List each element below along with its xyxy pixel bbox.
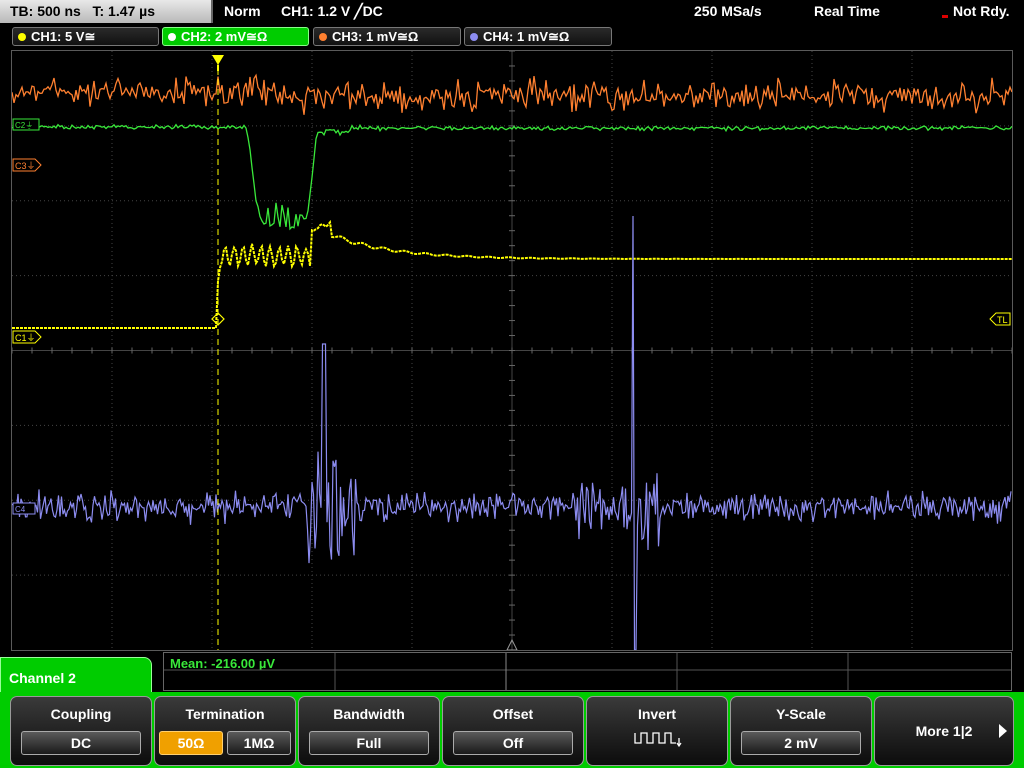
tab-ch3[interactable]: CH3: 1 mV≅Ω xyxy=(313,27,461,46)
yscale-title: Y-Scale xyxy=(776,706,826,722)
channel-tabs: CH1: 5 V≅ CH2: 2 mV≅Ω CH3: 1 mV≅Ω CH4: 1… xyxy=(0,25,1024,47)
status-bar: TB: 500 ns T: 1.47 µs Norm CH1: 1.2 V ╱D… xyxy=(0,0,1024,24)
sample-rate-label: 250 MSa/s xyxy=(694,3,762,19)
offset-softkey[interactable]: Offset Off xyxy=(442,696,584,766)
tab-ch2[interactable]: CH2: 2 mV≅Ω xyxy=(162,27,309,46)
ch3-ref-marker[interactable]: C3⏚ xyxy=(12,158,42,172)
ch4-ref-marker[interactable]: C4 xyxy=(12,502,36,515)
invert-pulse-icon xyxy=(634,732,682,748)
termination-50ohm-option[interactable]: 50Ω xyxy=(159,731,223,755)
ch3-dot-icon xyxy=(319,33,327,41)
coupling-title: Coupling xyxy=(50,706,112,722)
invert-title: Invert xyxy=(637,706,677,722)
measurement-panel[interactable]: Mean: -216.00 µV xyxy=(163,652,1012,691)
trigger-position-marker-icon[interactable] xyxy=(212,55,224,65)
next-page-arrow-icon xyxy=(999,724,1007,738)
timebase-label: TB: 500 ns xyxy=(10,3,81,19)
ch1-dot-icon xyxy=(18,33,26,41)
ch2-ref-marker[interactable]: C2⏚ xyxy=(12,118,40,131)
ch2-dot-icon xyxy=(168,33,176,41)
ch1-marker-label: C1⏚ xyxy=(15,333,36,343)
termination-title: Termination xyxy=(185,706,265,722)
measurement-grid xyxy=(164,653,1011,690)
offset-value-button[interactable]: Off xyxy=(453,731,573,755)
more-label: More 1|2 xyxy=(915,723,973,739)
tab-ch1[interactable]: CH1: 5 V≅ xyxy=(12,27,159,46)
yscale-softkey[interactable]: Y-Scale 2 mV xyxy=(730,696,872,766)
more-softkey[interactable]: More 1|2 xyxy=(874,696,1014,766)
offset-title: Offset xyxy=(492,706,534,722)
tab-ch1-label: CH1: 5 V≅ xyxy=(31,29,96,44)
termination-1mohm-option[interactable]: 1MΩ xyxy=(227,731,291,755)
ch4-marker-label: C4 xyxy=(15,505,26,514)
ch3-marker-label: C3⏚ xyxy=(15,161,36,171)
ch2-marker-label: C2⏚ xyxy=(15,121,33,130)
trigger-source-label: CH1: 1.2 V ╱DC xyxy=(281,3,383,19)
trigger-mode-label: Norm xyxy=(224,3,261,19)
waveform-canvas: C2⏚ C3⏚ C1⏚ C4 TL xyxy=(12,51,1012,650)
bandwidth-value-button[interactable]: Full xyxy=(309,731,429,755)
trigger-level-marker[interactable]: TL xyxy=(989,312,1011,326)
acquisition-mode-label: Real Time xyxy=(814,3,880,19)
bandwidth-title: Bandwidth xyxy=(333,706,405,722)
ch1-ref-marker[interactable]: C1⏚ xyxy=(12,330,42,344)
coupling-value-button[interactable]: DC xyxy=(21,731,141,755)
ch4-dot-icon xyxy=(470,33,478,41)
not-ready-indicator xyxy=(942,15,948,18)
tab-ch2-label: CH2: 2 mV≅Ω xyxy=(181,29,268,44)
timebase-box[interactable]: TB: 500 ns T: 1.47 µs xyxy=(0,0,213,23)
termination-softkey[interactable]: Termination 50Ω 1MΩ xyxy=(154,696,296,766)
tab-ch4-label: CH4: 1 mV≅Ω xyxy=(483,29,570,44)
coupling-softkey[interactable]: Coupling DC xyxy=(10,696,152,766)
trigger-level-label: TL xyxy=(997,315,1008,325)
tab-ch4[interactable]: CH4: 1 mV≅Ω xyxy=(464,27,612,46)
waveform-display[interactable]: C2⏚ C3⏚ C1⏚ C4 TL xyxy=(11,50,1013,651)
bandwidth-softkey[interactable]: Bandwidth Full xyxy=(298,696,440,766)
acquisition-state-label: Not Rdy. xyxy=(953,3,1010,19)
tab-ch3-label: CH3: 1 mV≅Ω xyxy=(332,29,419,44)
yscale-value-button[interactable]: 2 mV xyxy=(741,731,861,755)
trigger-time-label: T: 1.47 µs xyxy=(92,3,156,19)
graticule xyxy=(12,51,1012,650)
invert-softkey[interactable]: Invert xyxy=(586,696,728,766)
channel-menu-label: Channel 2 xyxy=(9,670,76,686)
